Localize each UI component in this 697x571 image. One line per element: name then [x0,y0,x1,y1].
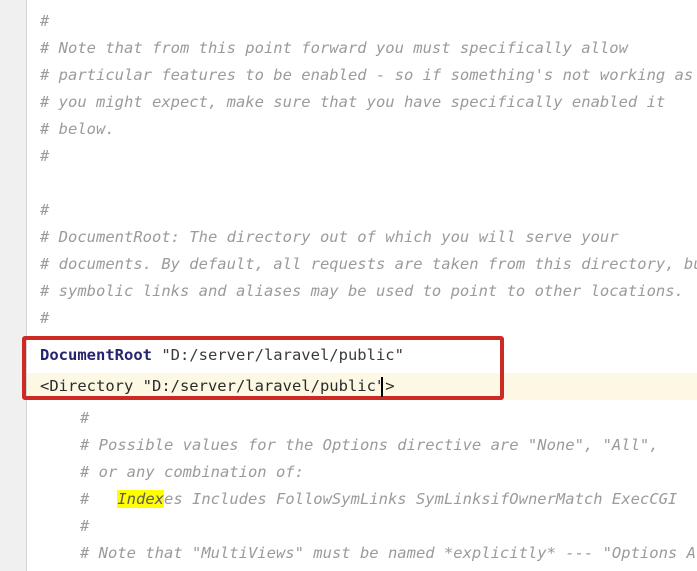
code-line-text: # Note that from this point forward you … [40,35,628,62]
code-line[interactable]: # below. [0,116,697,143]
code-line-text: # or any combination of: [80,459,304,486]
comment-token: # [40,201,50,219]
comment-token: # [40,12,50,30]
comment-token: # particular features to be enabled - so… [40,66,694,84]
code-line[interactable]: # [0,143,697,170]
code-line[interactable]: # documents. By default, all requests ar… [0,251,697,278]
code-line[interactable]: # Possible values for the Options direct… [0,432,697,459]
code-line-text: # [80,405,89,432]
code-line[interactable]: # [0,513,697,540]
code-line[interactable]: # Note that from this point forward you … [0,35,697,62]
code-token: <Directory "D:/server/laravel/public"> [40,377,395,395]
comment-token: # documents. By default, all requests ar… [40,255,697,273]
code-line-text: # below. [40,116,115,143]
code-line-text: DocumentRoot "D:/server/laravel/public" [40,342,404,369]
code-text-surface[interactable]: # # Note that from this point forward you… [0,0,697,571]
comment-token: # [80,490,118,508]
comment-token: es Includes FollowSymLinks SymLinksifOwn… [164,490,678,508]
code-line[interactable]: # [0,197,697,224]
comment-token: # or any combination of: [80,463,304,481]
code-line[interactable]: # Note that "MultiViews" must be named *… [0,540,697,567]
code-line-text: # [40,8,49,35]
code-line-text: # documents. By default, all requests ar… [40,251,697,278]
code-line-text: # DocumentRoot: The directory out of whi… [40,224,619,251]
code-line[interactable]: # [0,8,697,35]
comment-token: # [80,517,90,535]
comment-token: # below. [40,120,115,138]
search-match-highlight: Index [117,490,164,508]
comment-token: # Possible values for the Options direct… [80,436,659,454]
code-line-current[interactable]: <Directory "D:/server/laravel/public"> [0,373,697,400]
code-line-text: # Possible values for the Options direct… [80,432,659,459]
code-line-text: # [40,197,49,224]
comment-token: # [80,409,90,427]
comment-token: # Note that from this point forward you … [40,39,628,57]
comment-token: # symbolic links and aliases may be used… [40,282,684,300]
code-line[interactable]: # symbolic links and aliases may be used… [0,278,697,305]
text-caret [381,377,383,397]
code-line[interactable]: # [0,405,697,432]
code-line[interactable]: # you might expect, make sure that you h… [0,89,697,116]
comment-token: # DocumentRoot: The directory out of whi… [40,228,619,246]
code-line-text: # you might expect, make sure that you h… [40,89,665,116]
code-line-text: <Directory "D:/server/laravel/public"> [40,373,395,400]
code-editor[interactable]: # # Note that from this point forward you… [0,0,697,571]
comment-token: # Note that "MultiViews" must be named *… [80,544,697,562]
code-line-text: # symbolic links and aliases may be used… [40,278,684,305]
code-line[interactable]: # DocumentRoot: The directory out of whi… [0,224,697,251]
code-line-text: # [80,513,89,540]
comment-token: # [40,147,50,165]
code-token: "D:/server/laravel/public" [151,346,404,364]
code-line[interactable]: DocumentRoot "D:/server/laravel/public" [0,342,697,369]
code-line[interactable] [0,170,697,197]
code-line-text: # Indexes Includes FollowSymLinks SymLin… [80,486,677,513]
code-line[interactable]: # or any combination of: [0,459,697,486]
apache-directive-token: DocumentRoot [40,346,152,364]
comment-token: # you might expect, make sure that you h… [40,93,666,111]
code-line-text: # Note that "MultiViews" must be named *… [80,540,697,567]
code-line-text: # particular features to be enabled - so… [40,62,693,89]
code-line[interactable]: # particular features to be enabled - so… [0,62,697,89]
editor-gutter[interactable] [0,0,27,571]
code-line-text: # [40,143,49,170]
code-line[interactable]: # Indexes Includes FollowSymLinks SymLin… [0,486,697,513]
